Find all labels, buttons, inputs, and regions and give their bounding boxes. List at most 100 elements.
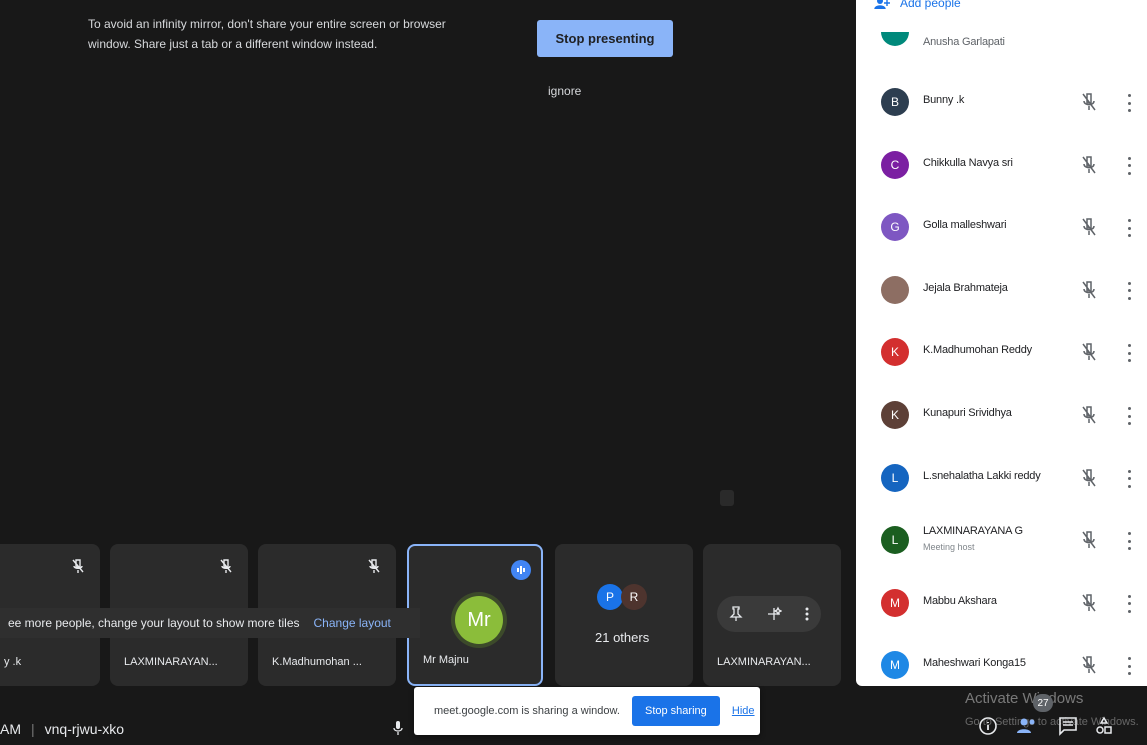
mic-off-icon[interactable] (1080, 593, 1098, 613)
more-options-icon[interactable] (1126, 657, 1132, 676)
tile-name: y .k (4, 656, 22, 668)
hint-text: ee more people, change your layout to sh… (8, 616, 300, 630)
hide-link[interactable]: Hide (732, 705, 755, 717)
change-layout-link[interactable]: Change layout (314, 616, 391, 630)
participant-name: Golla malleshwari (923, 219, 1007, 232)
more-options-icon[interactable] (805, 606, 809, 622)
more-options-icon[interactable] (1126, 407, 1132, 425)
effects-icon[interactable] (766, 606, 782, 622)
avatar: K (881, 401, 909, 429)
activate-windows-watermark: Activate Windows (965, 690, 1084, 707)
add-person-icon (874, 0, 890, 9)
participant-tile-laxminarayan-2[interactable]: LAXMINARAYAN... (703, 544, 841, 686)
more-options-icon[interactable] (1126, 344, 1132, 363)
participant-row[interactable]: C Chikkulla Navya sri (856, 135, 1147, 197)
more-options-icon[interactable] (1126, 156, 1132, 175)
tile-name: LAXMINARAYAN... (124, 656, 218, 668)
mic-off-icon[interactable] (1080, 405, 1098, 425)
avatar (881, 32, 909, 46)
mic-off-icon (72, 559, 84, 573)
avatar (881, 275, 909, 304)
avatar: K (881, 338, 909, 367)
mic-icon[interactable] (393, 720, 403, 736)
mic-off-icon[interactable] (1080, 92, 1098, 112)
participant-name: Maheshwari Konga15 (923, 657, 1026, 670)
activities-icon[interactable] (1094, 716, 1114, 736)
avatar: R (621, 584, 647, 610)
participant-row[interactable]: M Mabbu Akshara (856, 573, 1147, 635)
avatar: M (881, 588, 909, 617)
tile-controls (717, 596, 821, 632)
participant-name: Bunny .k (923, 94, 965, 106)
participant-row[interactable]: M Maheshwari Konga15 (856, 635, 1147, 686)
meeting-time: AM (0, 720, 21, 737)
participant-row[interactable]: Jejala Brahmateja (856, 260, 1147, 322)
mic-off-icon[interactable] (1080, 655, 1098, 675)
tile-name: Mr Majnu (423, 654, 469, 666)
ignore-link[interactable]: ignore (548, 84, 581, 98)
participant-row[interactable]: L L.snehalatha Lakki reddy (856, 448, 1147, 510)
tile-name: LAXMINARAYAN... (717, 656, 811, 668)
divider: | (31, 720, 35, 737)
avatar: P (597, 584, 623, 610)
more-options-icon[interactable] (1126, 281, 1132, 300)
avatar: L (881, 526, 909, 555)
people-icon[interactable] (1016, 716, 1038, 736)
participant-row[interactable]: B Bunny .k (856, 72, 1147, 134)
tile-name: K.Madhumohan ... (272, 656, 362, 668)
avatar: M (881, 651, 909, 680)
participant-name: Kunapuri Srividhya (923, 407, 1012, 419)
participant-row[interactable]: Anusha Garlapati (856, 10, 1147, 70)
participant-name: LAXMINARAYANA G (923, 525, 1023, 538)
participant-name: Mabbu Akshara (923, 594, 997, 607)
more-options-icon[interactable] (1126, 94, 1132, 112)
warning-line-2: window. Share just a tab or a different … (88, 37, 378, 51)
mic-off-icon[interactable] (1080, 530, 1098, 550)
speaking-indicator-icon (511, 560, 531, 580)
more-options-icon[interactable] (1126, 594, 1132, 613)
others-count: 21 others (595, 630, 650, 645)
avatar: L (881, 463, 909, 492)
participant-row[interactable]: K K.Madhumohan Reddy (856, 322, 1147, 384)
sharing-notification: meet.google.com is sharing a window. Sto… (414, 687, 760, 735)
chat-icon[interactable] (1058, 716, 1078, 736)
more-options-icon[interactable] (1126, 532, 1132, 551)
others-tile[interactable]: P R 21 others (555, 544, 693, 686)
participant-tile-mr-majnu[interactable]: Mr Mr Majnu (407, 544, 543, 686)
mic-off-icon[interactable] (1080, 155, 1098, 175)
participant-row[interactable]: K Kunapuri Srividhya (856, 385, 1147, 447)
avatar: Mr (455, 596, 503, 644)
participant-row[interactable]: G Golla malleshwari (856, 197, 1147, 259)
mic-off-icon[interactable] (1080, 342, 1098, 362)
faint-icon (720, 490, 734, 506)
people-count-badge: 27 (1033, 694, 1053, 712)
stop-sharing-button[interactable]: Stop sharing (631, 696, 720, 726)
participant-row[interactable]: L LAXMINARAYANA G Meeting host (856, 510, 1147, 572)
avatar: B (881, 88, 909, 116)
more-options-icon[interactable] (1126, 219, 1132, 238)
participant-name: Jejala Brahmateja (923, 281, 1008, 294)
participant-name: Anusha Garlapati (923, 36, 1005, 48)
layout-hint: ee more people, change your layout to sh… (0, 608, 420, 638)
participant-name: Chikkulla Navya sri (923, 156, 1013, 169)
side-controls (978, 716, 1114, 736)
mic-off-icon (368, 559, 380, 573)
mic-off-icon[interactable] (1080, 468, 1098, 488)
sharing-text: meet.google.com is sharing a window. (434, 705, 620, 717)
stop-presenting-button[interactable]: Stop presenting (537, 20, 673, 57)
mic-off-icon[interactable] (1080, 280, 1098, 300)
warning-line-1: To avoid an infinity mirror, don't share… (88, 17, 446, 31)
people-panel: Add people Anusha Garlapati B Bunny .k C Ch… (856, 0, 1147, 686)
add-people-label: Add people (900, 0, 961, 10)
mic-off-icon[interactable] (1080, 217, 1098, 237)
infinity-mirror-warning: To avoid an infinity mirror, don't share… (88, 14, 518, 54)
meet-window: To avoid an infinity mirror, don't share… (0, 0, 1147, 745)
mic-off-icon (220, 559, 232, 573)
info-icon[interactable] (978, 716, 998, 736)
participant-name: L.snehalatha Lakki reddy (923, 469, 1041, 482)
more-options-icon[interactable] (1126, 469, 1132, 488)
participant-role: Meeting host (923, 542, 975, 553)
pin-icon[interactable] (729, 606, 743, 622)
add-people-button[interactable]: Add people (874, 0, 961, 10)
avatar: G (881, 213, 909, 242)
